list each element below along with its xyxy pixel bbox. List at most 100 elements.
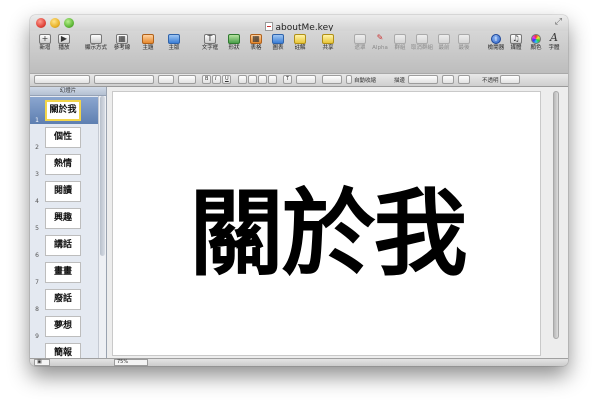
toolbar-label: 表格 <box>250 45 262 51</box>
slide-number: 6 <box>35 252 39 259</box>
zoom-button[interactable] <box>64 18 74 28</box>
slide-canvas-area: 關於我 <box>107 87 568 358</box>
toolbar-label: 參考線 <box>113 45 131 51</box>
format-bar: B I U T 自動收縮 描邊 不透明 <box>30 73 568 87</box>
close-button[interactable] <box>36 18 46 28</box>
colors-icon <box>531 34 541 44</box>
columns-popup[interactable] <box>322 75 342 84</box>
slide-thumbnail-title: 關於我 <box>45 100 81 121</box>
inspector-icon: i <box>491 34 501 44</box>
share-button[interactable]: 共享 <box>316 34 340 52</box>
slide-thumbnail-10[interactable]: 10簡報 <box>30 340 98 358</box>
toolbar-label: 檢閱器 <box>487 45 505 51</box>
table-icon: ▦ <box>250 34 262 44</box>
alpha-icon: ✎ <box>376 33 384 42</box>
font-size-field[interactable] <box>178 75 196 84</box>
slide-thumbnail-title: 簡報 <box>45 343 81 358</box>
table-button[interactable]: ▦ 表格 <box>244 34 268 52</box>
slide-thumbnail-2[interactable]: 2 個性 <box>30 124 98 151</box>
slide-thumbnail-title: 廢話 <box>45 289 81 310</box>
ungroup-icon <box>416 34 428 44</box>
chart-button[interactable]: 圖表 <box>266 34 290 52</box>
share-icon <box>322 34 334 44</box>
masters-button[interactable]: 主版 <box>162 34 186 52</box>
masters-icon <box>168 34 180 44</box>
toolbar-label: 文字框 <box>201 45 219 51</box>
textbox-button[interactable]: T 文字框 <box>198 34 222 52</box>
toolbar-label: 播放 <box>58 45 70 51</box>
ungroup-button[interactable]: 取消群組 <box>410 34 434 52</box>
themes-button[interactable]: 主題 <box>136 34 160 52</box>
stroke-style-popup[interactable] <box>408 75 438 84</box>
back-icon <box>458 34 470 44</box>
comment-button[interactable]: 註解 <box>288 34 312 52</box>
minimize-button[interactable] <box>50 18 60 28</box>
navigator-scrollbar[interactable] <box>98 96 106 358</box>
slide-thumbnail-title: 講話 <box>45 235 81 256</box>
themes-icon <box>142 34 154 44</box>
align-right-button[interactable] <box>258 75 267 84</box>
guides-button[interactable]: ▦ 參考線 <box>110 34 134 52</box>
slide-thumbnail-6[interactable]: 6 講話 <box>30 232 98 259</box>
toolbar-label: 註解 <box>294 45 306 51</box>
underline-button[interactable]: U <box>222 75 231 84</box>
style-popup[interactable] <box>34 75 90 84</box>
shapes-button[interactable]: 形狀 <box>222 34 246 52</box>
canvas-scrollbar[interactable] <box>546 87 568 358</box>
toolbar-label: 字體 <box>548 45 560 51</box>
slide-number: 9 <box>35 333 39 340</box>
comment-icon <box>294 34 306 44</box>
slide-number: 4 <box>35 198 39 205</box>
media-icon: ♫ <box>510 34 522 44</box>
toolbar-label: 主題 <box>142 45 154 51</box>
play-button[interactable]: ▶ 播放 <box>52 34 76 52</box>
toolbar-label: 顯示方式 <box>84 45 107 51</box>
view-button[interactable]: 顯示方式 <box>84 34 108 52</box>
slide-thumbnail-5[interactable]: 5 興趣 <box>30 205 98 232</box>
slide-canvas[interactable]: 關於我 <box>112 91 541 356</box>
navigator-scroll-thumb[interactable] <box>100 96 105 256</box>
send-back-button[interactable]: 最後 <box>452 34 476 52</box>
canvas-scroll-thumb[interactable] <box>553 91 559 339</box>
align-center-button[interactable] <box>248 75 257 84</box>
group-button[interactable]: 群組 <box>388 34 412 52</box>
typeface-popup[interactable] <box>158 75 174 84</box>
slide-thumbnail-4[interactable]: 4 閱讀 <box>30 178 98 205</box>
opacity-label: 不透明 <box>482 78 499 84</box>
line-spacing-popup[interactable] <box>296 75 316 84</box>
chart-icon <box>272 34 284 44</box>
fullscreen-icon[interactable]: ⤢ <box>555 17 562 27</box>
zoom-popup[interactable]: 75% <box>114 359 148 366</box>
title-bar[interactable]: aboutMe.key ⤢ <box>30 15 568 33</box>
italic-button[interactable]: I <box>212 75 221 84</box>
autosize-label: 自動收縮 <box>354 78 377 84</box>
group-icon <box>394 34 406 44</box>
toolbar-label: 新增 <box>39 45 51 51</box>
textbox-format-button[interactable]: T <box>283 75 292 84</box>
slide-thumbnail-title: 熱情 <box>45 154 81 175</box>
align-left-button[interactable] <box>238 75 247 84</box>
bold-button[interactable]: B <box>202 75 211 84</box>
font-family-popup[interactable] <box>94 75 154 84</box>
slide-thumbnail-7[interactable]: 7 畫畫 <box>30 259 98 286</box>
autosize-checkbox[interactable] <box>346 75 352 84</box>
stroke-color-well[interactable] <box>458 75 470 84</box>
slide-thumbnail-8[interactable]: 8 廢話 <box>30 286 98 313</box>
toolbar-label: 最前 <box>438 45 450 51</box>
document-icon <box>264 22 273 31</box>
slide-thumbnail-1[interactable]: 1 關於我 <box>30 97 98 124</box>
status-bar: ▣ 75% <box>30 358 568 366</box>
slide-thumbnail-3[interactable]: 3 熱情 <box>30 151 98 178</box>
toolbar-label: 共享 <box>322 45 334 51</box>
slide-thumbnail-9[interactable]: 9 夢想 <box>30 313 98 340</box>
slide-thumbnail-title: 興趣 <box>45 208 81 229</box>
fonts-button[interactable]: A 字體 <box>542 32 566 52</box>
stroke-width-field[interactable] <box>442 75 454 84</box>
align-justify-button[interactable] <box>268 75 277 84</box>
shapes-icon <box>228 34 240 44</box>
slide-title[interactable]: 關於我 <box>113 187 542 281</box>
toolbar-label: 最後 <box>458 45 470 51</box>
opacity-field[interactable] <box>500 75 520 84</box>
navigator-header: 幻燈片 <box>30 87 106 96</box>
view-options-popup[interactable]: ▣ <box>34 359 50 366</box>
